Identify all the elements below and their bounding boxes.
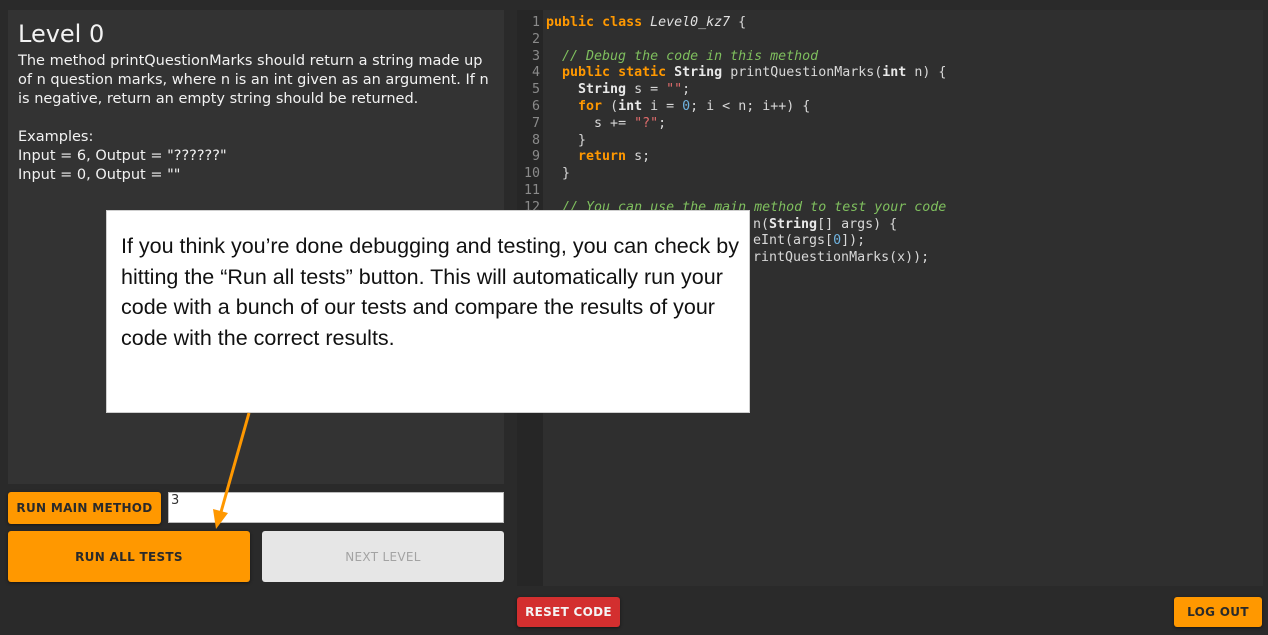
line-number: 4 <box>531 65 540 81</box>
code-text: eInt(args[ <box>753 233 834 249</box>
code-line[interactable]: 10 } <box>517 166 570 183</box>
run-all-tests-button[interactable]: RUN ALL TESTS <box>8 531 250 582</box>
code-line[interactable]: 6 for (int i = 0; i < n; i++) { <box>517 99 810 116</box>
type-name: int <box>618 99 643 114</box>
problem-description: The method printQuestionMarks should ret… <box>18 52 498 185</box>
description-text: The method printQuestionMarks should ret… <box>18 53 494 107</box>
type-name: String <box>578 82 627 98</box>
string-literal: "" <box>666 82 683 98</box>
code-text: ; i < n; i++) { <box>690 99 811 114</box>
reset-code-button[interactable]: RESET CODE <box>517 597 620 627</box>
keyword: public <box>546 15 595 30</box>
log-out-button[interactable]: LOG OUT <box>1174 597 1262 627</box>
code-line[interactable]: 9 return s; <box>517 149 650 166</box>
keyword: class <box>602 15 643 30</box>
number-literal: 0 <box>833 233 842 249</box>
line-number: 10 <box>523 166 540 182</box>
number-literal: 0 <box>682 99 691 114</box>
main-args-input[interactable] <box>168 492 504 523</box>
line-number: 1 <box>531 15 540 30</box>
example-2: Input = 0, Output = "" <box>18 167 181 183</box>
line-number: 2 <box>531 31 540 47</box>
code-text: s = <box>626 82 667 98</box>
code-text: s += <box>594 115 635 131</box>
code-line[interactable]: 3 // Debug the code in this method <box>517 49 818 66</box>
line-number: 5 <box>531 82 540 98</box>
code-text: [] args) { <box>817 216 898 232</box>
type-name: String <box>769 216 818 232</box>
code-line[interactable]: eInt(args[0]); <box>753 233 865 250</box>
code-text: printQuestionMarks( <box>722 65 883 81</box>
line-number: 8 <box>531 132 540 148</box>
line-number: 6 <box>531 99 540 114</box>
code-text: ; <box>682 82 691 98</box>
code-text: ]); <box>841 233 866 249</box>
class-name: Level0_kz7 <box>650 15 731 30</box>
code-line[interactable]: n(String[] args) { <box>753 217 897 234</box>
code-line[interactable]: 11 <box>517 183 546 200</box>
line-number: 7 <box>531 115 540 131</box>
run-main-method-button[interactable]: RUN MAIN METHOD <box>8 492 161 524</box>
code-text: } <box>578 132 587 148</box>
examples-heading: Examples: <box>18 129 94 145</box>
level-title: Level 0 <box>18 20 105 48</box>
code-line[interactable]: rintQuestionMarks(x)); <box>753 250 929 267</box>
callout-text: If you think you’re done debugging and t… <box>121 234 739 350</box>
code-line[interactable]: 7 s += "?"; <box>517 116 666 133</box>
next-level-button[interactable]: NEXT LEVEL <box>262 531 504 582</box>
keyword: static <box>618 65 667 81</box>
code-text: ( <box>602 99 619 114</box>
code-text: rintQuestionMarks(x)); <box>753 250 930 266</box>
line-number: 9 <box>531 149 540 165</box>
code-text: ; <box>658 115 667 131</box>
code-text: n) { <box>906 65 947 81</box>
code-text: i = <box>642 99 683 114</box>
code-text: { <box>730 15 747 30</box>
code-text: n( <box>753 216 770 232</box>
code-line[interactable]: 4 public static String printQuestionMark… <box>517 65 946 82</box>
code-line[interactable]: 5 String s = ""; <box>517 82 690 99</box>
code-line[interactable]: 8 } <box>517 133 586 150</box>
type-name: String <box>674 65 723 81</box>
code-line[interactable]: 1 public class Level0_kz7 { <box>517 15 746 32</box>
line-number: 3 <box>531 48 540 64</box>
tutorial-callout: If you think you’re done debugging and t… <box>106 210 750 413</box>
example-1: Input = 6, Output = "??????" <box>18 148 227 164</box>
line-number: 11 <box>523 183 540 198</box>
keyword: return <box>578 149 627 165</box>
type-name: int <box>882 65 907 81</box>
code-text: s; <box>626 149 651 165</box>
string-literal: "?" <box>634 115 659 131</box>
code-comment: // Debug the code in this method <box>562 48 819 64</box>
keyword: public <box>562 65 611 81</box>
code-line[interactable]: 2 <box>517 32 546 49</box>
keyword: for <box>578 99 603 114</box>
code-text: } <box>562 166 571 182</box>
